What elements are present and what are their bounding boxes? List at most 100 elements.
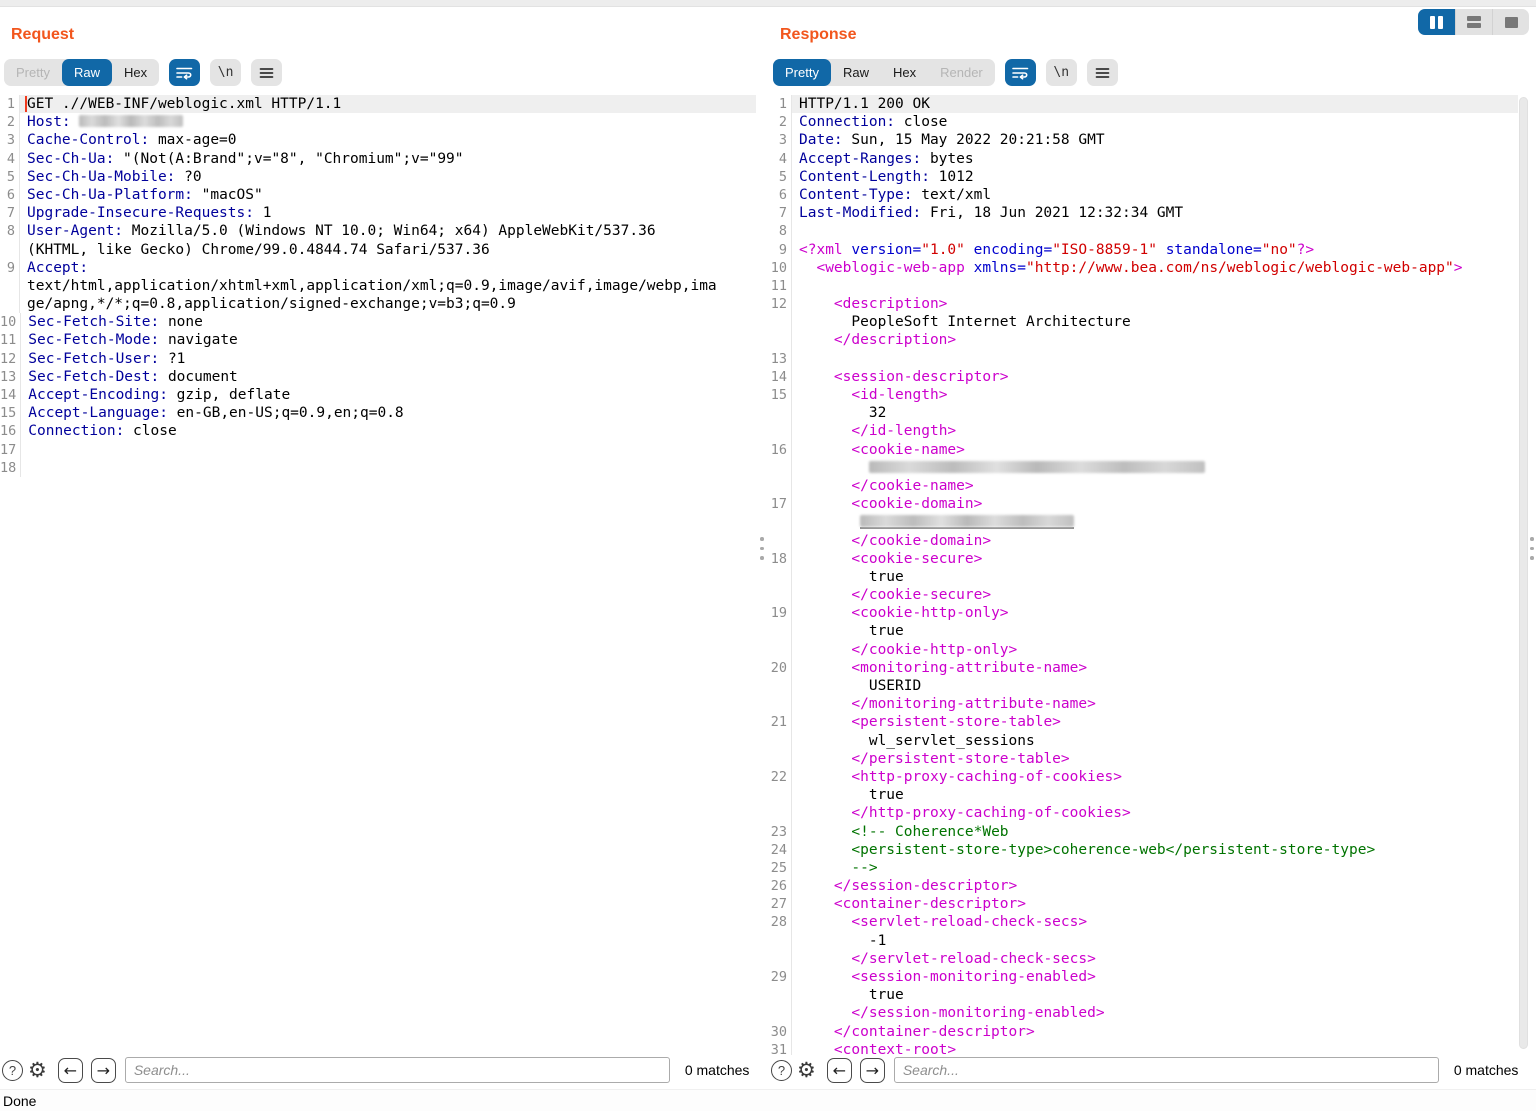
line-number: 19 <box>769 604 792 622</box>
code-line: 8 <box>769 222 1518 240</box>
code-line: 19 <cookie-http-only> <box>769 604 1518 622</box>
code-line: 16 <cookie-name> <box>769 441 1518 459</box>
code-line: 25 --> <box>769 859 1518 877</box>
line-number: 18 <box>769 550 792 568</box>
request-editor[interactable]: 1GET .//WEB-INF/weblogic.xml HTTP/1.12Ho… <box>0 95 756 1055</box>
response-editor[interactable]: 1HTTP/1.1 200 OK2Connection: close3Date:… <box>769 95 1518 1055</box>
layout-toggle <box>1418 9 1529 35</box>
line-number <box>769 641 792 659</box>
code-line: 5Content-Length: 1012 <box>769 168 1518 186</box>
line-number: 2 <box>0 113 20 131</box>
code-line: true <box>769 986 1518 1004</box>
line-number: 9 <box>769 241 792 259</box>
line-number: 13 <box>769 350 792 368</box>
layout-rows-button[interactable] <box>1455 9 1492 35</box>
show-newlines-button[interactable]: \n <box>1046 59 1077 86</box>
line-number: 3 <box>0 131 20 149</box>
search-next-button[interactable]: → <box>91 1058 116 1083</box>
code-line: -1 <box>769 932 1518 950</box>
code-line: 12 <description> <box>769 295 1518 313</box>
line-number <box>0 277 20 295</box>
line-number <box>769 477 792 495</box>
response-scrollbar[interactable] <box>1519 97 1528 1049</box>
code-line: 21 <persistent-store-table> <box>769 713 1518 731</box>
tab-hex[interactable]: Hex <box>881 59 928 86</box>
code-line: 15 <id-length> <box>769 386 1518 404</box>
line-number <box>769 459 792 477</box>
line-number: 11 <box>769 277 792 295</box>
code-line: 11 <box>769 277 1518 295</box>
line-number: 12 <box>769 295 792 313</box>
line-number: 1 <box>0 95 20 113</box>
line-number <box>769 513 792 531</box>
line-number: 16 <box>0 422 21 440</box>
code-line: 11Sec-Fetch-Mode: navigate <box>0 331 756 349</box>
code-line: 27 <container-descriptor> <box>769 895 1518 913</box>
code-line: PeopleSoft Internet Architecture <box>769 313 1518 331</box>
tab-raw[interactable]: Raw <box>831 59 881 86</box>
line-number <box>769 695 792 713</box>
code-line: 28 <servlet-reload-check-secs> <box>769 913 1518 931</box>
line-number: 29 <box>769 968 792 986</box>
tab-raw[interactable]: Raw <box>62 59 112 86</box>
code-line: 30 </container-descriptor> <box>769 1023 1518 1041</box>
line-number: 6 <box>0 186 20 204</box>
search-settings-gear-icon[interactable]: ⚙ <box>797 1060 816 1081</box>
line-number <box>769 804 792 822</box>
editor-menu-button[interactable] <box>1087 59 1118 86</box>
line-number: 5 <box>769 168 792 186</box>
search-prev-button[interactable]: ← <box>58 1058 83 1083</box>
code-line: 4Accept-Ranges: bytes <box>769 150 1518 168</box>
show-newlines-button[interactable]: \n <box>210 59 241 86</box>
window-edge-grip[interactable] <box>1530 537 1534 560</box>
code-line: 3Date: Sun, 15 May 2022 20:21:58 GMT <box>769 131 1518 149</box>
wrap-lines-button[interactable] <box>1005 59 1036 86</box>
code-line: </servlet-reload-check-secs> <box>769 950 1518 968</box>
code-line: 24 <persistent-store-type>coherence-web<… <box>769 841 1518 859</box>
line-number: 24 <box>769 841 792 859</box>
line-number <box>769 313 792 331</box>
code-line: 4Sec-Ch-Ua: "(Not(A:Brand";v="8", "Chrom… <box>0 150 756 168</box>
redacted-value <box>869 461 1205 473</box>
line-number <box>769 568 792 586</box>
line-number <box>769 950 792 968</box>
request-search-input[interactable] <box>125 1057 670 1083</box>
line-number: 10 <box>0 313 21 331</box>
line-number: 2 <box>769 113 792 131</box>
line-number: 7 <box>769 204 792 222</box>
code-line: 10Sec-Fetch-Site: none <box>0 313 756 331</box>
line-number: 25 <box>769 859 792 877</box>
code-line: 16Connection: close <box>0 422 756 440</box>
search-next-button[interactable]: → <box>860 1058 885 1083</box>
line-number: 8 <box>0 222 20 240</box>
code-line: 23 <!-- Coherence*Web <box>769 823 1518 841</box>
response-search-input[interactable] <box>894 1057 1439 1083</box>
redacted-value <box>860 515 1074 527</box>
search-settings-gear-icon[interactable]: ⚙ <box>28 1060 47 1081</box>
response-panel: Response PrettyRawHexRender \n 1HTTP/1.1… <box>769 0 1536 1111</box>
code-line: 8User-Agent: Mozilla/5.0 (Windows NT 10.… <box>0 222 756 240</box>
panel-divider-grip[interactable] <box>760 537 764 560</box>
status-bar: Done <box>0 1089 1536 1111</box>
layout-columns-button[interactable] <box>1418 9 1455 35</box>
layout-single-button[interactable] <box>1492 9 1529 35</box>
tab-hex[interactable]: Hex <box>112 59 159 86</box>
line-number: 14 <box>0 386 21 404</box>
menu-icon <box>259 67 274 79</box>
search-prev-button[interactable]: ← <box>827 1058 852 1083</box>
search-help-icon[interactable]: ? <box>771 1060 792 1081</box>
code-line: 31 <context-root> <box>769 1041 1518 1055</box>
line-number: 31 <box>769 1041 792 1055</box>
wrap-lines-button[interactable] <box>169 59 200 86</box>
line-number: 15 <box>769 386 792 404</box>
line-number: 27 <box>769 895 792 913</box>
code-line: </cookie-secure> <box>769 586 1518 604</box>
tab-pretty[interactable]: Pretty <box>773 59 831 86</box>
code-line: 22 <http-proxy-caching-of-cookies> <box>769 768 1518 786</box>
code-line: 9<?xml version="1.0" encoding="ISO-8859-… <box>769 241 1518 259</box>
editor-menu-button[interactable] <box>251 59 282 86</box>
line-number: 3 <box>769 131 792 149</box>
code-line: 17 <box>0 441 756 459</box>
search-help-icon[interactable]: ? <box>2 1060 23 1081</box>
response-match-count: 0 matches <box>1454 1062 1519 1078</box>
